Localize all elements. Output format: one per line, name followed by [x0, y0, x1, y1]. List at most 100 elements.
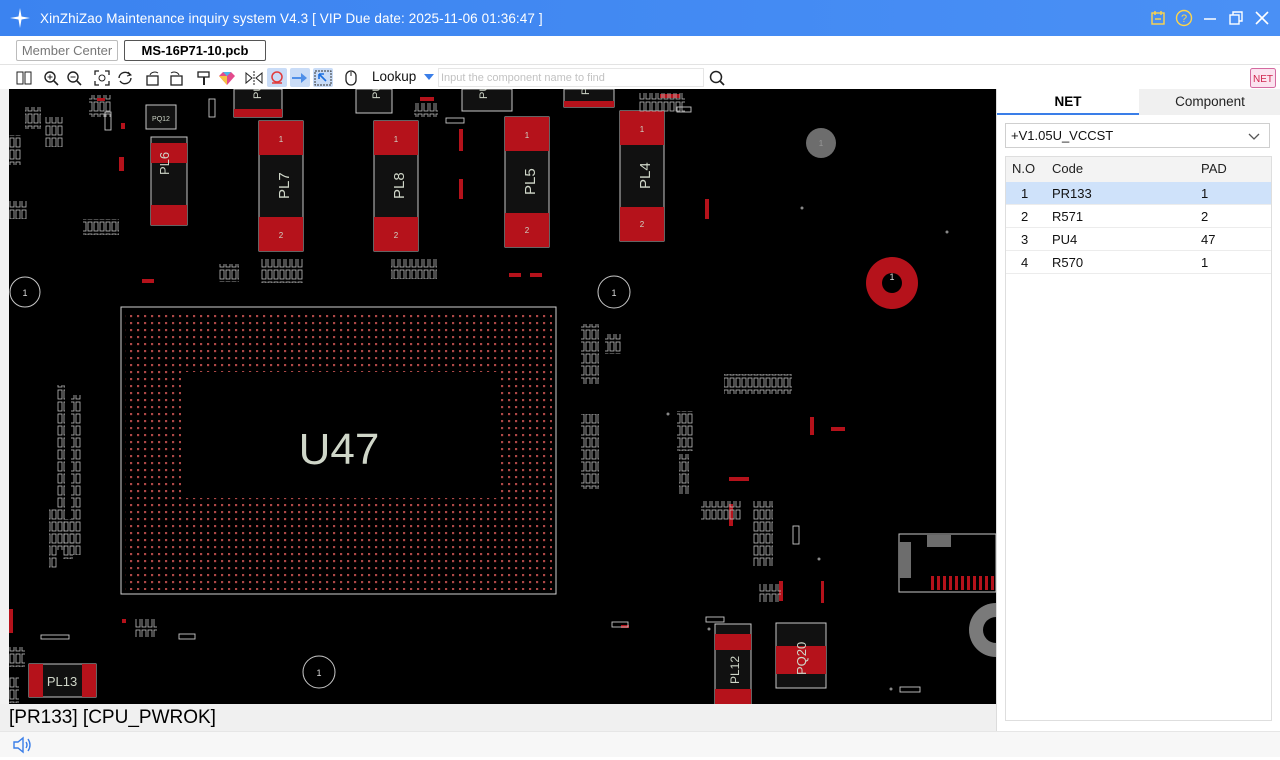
- toolbar: Lookup NET: [0, 66, 1280, 89]
- trace-arrow-icon[interactable]: [290, 68, 310, 87]
- table-row[interactable]: 1 PR133 1: [1006, 182, 1271, 205]
- inductor-pl13[interactable]: PL13: [28, 663, 97, 698]
- status-bar-text: [PR133] [CPU_PWROK]: [0, 704, 996, 731]
- ground-pad-grey: [969, 603, 996, 657]
- pl12-label: PL12: [728, 656, 742, 684]
- pad-number: 1: [525, 131, 530, 140]
- pu-label: PU: [371, 89, 383, 99]
- pl4-label: PL4: [637, 162, 654, 189]
- document-tabs: Member Center MS-16P71-10.pcb: [0, 36, 1280, 65]
- component-search-input[interactable]: [438, 68, 704, 87]
- highlight-net-icon[interactable]: [267, 68, 287, 87]
- inductor-pl12[interactable]: PL12: [714, 623, 752, 704]
- pad-number: 1: [394, 135, 399, 144]
- pq12-label: PQ12: [152, 116, 170, 123]
- pl6-label: PL6: [157, 152, 172, 175]
- row-no: 2: [1021, 209, 1029, 224]
- inductor-pl8[interactable]: 1 2 PL8: [373, 120, 419, 252]
- zoom-in-icon[interactable]: [41, 68, 61, 87]
- tab-component[interactable]: Component: [1139, 89, 1280, 115]
- row-code: PR133: [1052, 186, 1092, 201]
- select-box-icon[interactable]: [313, 68, 333, 87]
- title-bar: XinZhiZao Maintenance inquiry system V4.…: [0, 0, 1280, 36]
- pad-number: 2: [279, 231, 284, 240]
- column-header-pad[interactable]: PAD: [1201, 157, 1227, 181]
- pl13-label: PL13: [47, 674, 77, 689]
- mosfet-pq20[interactable]: PQ20: [775, 622, 827, 689]
- row-no: 1: [1021, 186, 1029, 201]
- net-table: N.O Code PAD 1 PR133 1 2 R571 2 3 PU4 47…: [1005, 156, 1272, 721]
- net-panel: NET Component +V1.05U_VCCST N.O Code PAD…: [996, 89, 1280, 731]
- pad-number: 2: [394, 231, 399, 240]
- table-row[interactable]: 2 R571 2: [1006, 205, 1271, 228]
- u47-label: U47: [299, 425, 380, 474]
- search-icon[interactable]: [707, 68, 727, 87]
- inductor-pl7[interactable]: 1 2 PL7: [258, 120, 304, 252]
- pad-number: 2: [640, 220, 645, 229]
- pad-number: 1: [316, 668, 321, 678]
- inductor-pl4[interactable]: 1 2 PL4: [619, 110, 665, 242]
- bottom-bar: [0, 731, 1280, 757]
- restore-button[interactable]: [1226, 8, 1246, 28]
- pl7-label: PL7: [276, 172, 293, 199]
- row-no: 3: [1021, 232, 1029, 247]
- inductor-pl5[interactable]: 1 2 PL5: [504, 116, 550, 248]
- chevron-down-icon[interactable]: [424, 74, 434, 80]
- color-diamond-icon[interactable]: [217, 68, 237, 87]
- tab-net[interactable]: NET: [997, 89, 1139, 115]
- net-select[interactable]: +V1.05U_VCCST: [1005, 123, 1270, 148]
- help-icon[interactable]: ?: [1174, 8, 1194, 28]
- zoom-out-icon[interactable]: [64, 68, 84, 87]
- pl5-label: PL5: [522, 168, 539, 195]
- row-pad: 47: [1201, 232, 1216, 247]
- pu-label: PU: [252, 89, 264, 99]
- window-title: XinZhiZao Maintenance inquiry system V4.…: [40, 10, 543, 26]
- split-view-icon[interactable]: [14, 68, 34, 87]
- mouse-icon[interactable]: [341, 68, 361, 87]
- table-row[interactable]: 3 PU4 47: [1006, 228, 1271, 251]
- speaker-icon[interactable]: [12, 735, 34, 760]
- net-select-value: +V1.05U_VCCST: [1011, 128, 1114, 143]
- net-badge-label: NET: [1253, 74, 1273, 85]
- chevron-down-icon: [1247, 128, 1261, 151]
- pad-number: 1: [889, 272, 894, 282]
- pad-number: 1: [279, 135, 284, 144]
- svg-text:?: ?: [1181, 13, 1187, 25]
- fit-view-icon[interactable]: [92, 68, 112, 87]
- u47-bga-package[interactable]: U47: [120, 306, 557, 595]
- table-header: N.O Code PAD: [1006, 157, 1271, 182]
- paint-icon[interactable]: [194, 68, 214, 87]
- pu-label: PU: [580, 89, 592, 95]
- rotate-left-icon[interactable]: [143, 68, 163, 87]
- mirror-icon[interactable]: [244, 68, 264, 87]
- ground-pad-red[interactable]: 1: [866, 257, 918, 309]
- tab-pcb-file[interactable]: MS-16P71-10.pcb: [124, 40, 266, 61]
- net-toggle-button[interactable]: NET: [1250, 67, 1276, 88]
- left-collapse-strip[interactable]: [0, 89, 9, 704]
- inductor-pl6[interactable]: PL6: [150, 136, 188, 226]
- pu-label: PU: [478, 89, 490, 99]
- app-logo-icon: [0, 0, 40, 36]
- pcb-board-canvas[interactable]: U47 PL6 1 2 PL7 1 2 PL8 1 2 PL5 1 2 PL4 …: [9, 89, 996, 704]
- column-header-no[interactable]: N.O: [1012, 157, 1042, 181]
- column-header-code[interactable]: Code: [1052, 157, 1083, 181]
- refresh-icon[interactable]: [115, 68, 135, 87]
- row-pad: 1: [1201, 255, 1209, 270]
- close-button[interactable]: [1252, 8, 1272, 28]
- tab-member-center[interactable]: Member Center: [16, 40, 118, 61]
- calendar-icon[interactable]: [1148, 8, 1168, 28]
- row-no: 4: [1021, 255, 1029, 270]
- row-pad: 2: [1201, 209, 1209, 224]
- lookup-dropdown[interactable]: Lookup: [372, 69, 416, 84]
- pad-number: 1: [640, 125, 645, 134]
- pl8-label: PL8: [391, 172, 408, 199]
- rotate-right-icon[interactable]: [166, 68, 186, 87]
- row-pad: 1: [1201, 186, 1209, 201]
- pad-number: 1: [22, 288, 27, 298]
- connector-right[interactable]: [898, 533, 996, 593]
- row-code: PU4: [1052, 232, 1078, 247]
- mosfet-pq12[interactable]: PQ12: [145, 104, 177, 130]
- minimize-button[interactable]: [1200, 8, 1220, 28]
- table-row[interactable]: 4 R570 1: [1006, 251, 1271, 274]
- pad-number: 1: [611, 288, 616, 298]
